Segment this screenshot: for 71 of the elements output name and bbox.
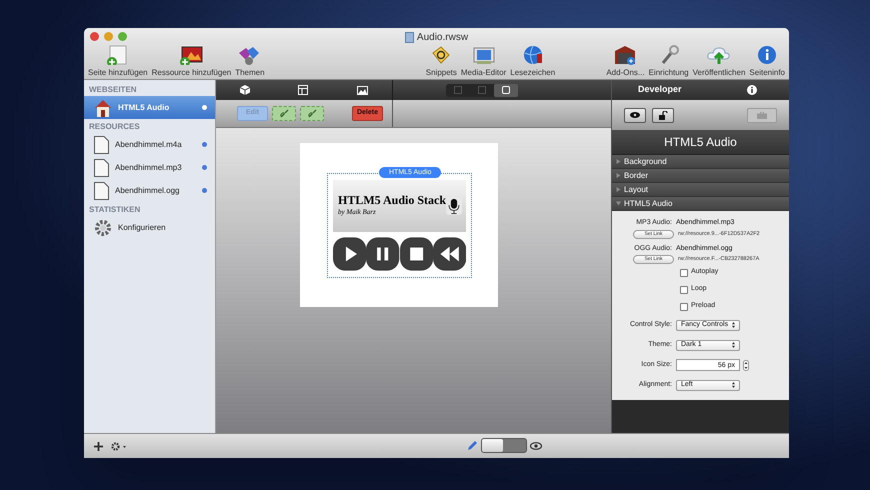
- visibility-button[interactable]: [624, 108, 646, 122]
- eye-icon[interactable]: [530, 442, 542, 450]
- inspector-section-header[interactable]: Background: [612, 155, 789, 169]
- rewind-button[interactable]: [432, 236, 466, 272]
- add-resource-icon: [178, 45, 204, 65]
- toolbar-button[interactable]: Themen: [234, 45, 266, 78]
- inspector-section-header[interactable]: Border: [612, 169, 789, 183]
- inspector-section-header[interactable]: HTML5 Audio: [612, 197, 789, 211]
- updown-arrows-icon: [732, 322, 735, 328]
- chain-link-icon: [280, 109, 288, 118]
- file-icon: [94, 136, 109, 154]
- close-button[interactable]: [90, 32, 99, 41]
- disclosure-triangle-icon: [616, 159, 621, 164]
- inspector-section-header[interactable]: Layout: [612, 183, 789, 197]
- photo-frame-icon: [470, 45, 497, 65]
- updown-arrows-icon: [732, 342, 735, 348]
- chain-link-icon: [308, 109, 316, 118]
- sidebar-item[interactable]: Abendhimmel.ogg: [84, 179, 215, 202]
- disclosure-triangle-icon: [616, 173, 621, 178]
- briefcase-icon: [757, 112, 767, 118]
- toolbar-button[interactable]: Einrichtung: [648, 45, 690, 78]
- pencil-icon[interactable]: [467, 440, 478, 451]
- lock-button[interactable]: [652, 108, 674, 122]
- house-icon: [94, 98, 112, 116]
- sidebar-item[interactable]: Abendhimmel.m4a: [84, 133, 215, 156]
- window-title: Audio.rwsw: [416, 31, 468, 45]
- stepper-control[interactable]: [743, 360, 749, 370]
- sidebar-item[interactable]: Konfigurieren: [84, 216, 215, 239]
- gear-menu-icon[interactable]: [111, 442, 127, 450]
- section-heading: RESOURCES: [88, 121, 141, 133]
- gear-icon: [94, 218, 112, 236]
- link-button[interactable]: [300, 106, 324, 121]
- info-icon[interactable]: [747, 85, 757, 95]
- unlocked-padlock-icon: [658, 110, 668, 120]
- checkbox[interactable]: [680, 286, 688, 294]
- eye-icon: [630, 112, 640, 118]
- disclosure-triangle-icon: [616, 201, 621, 206]
- toolbar-button[interactable]: Veröffentlichen: [692, 45, 746, 78]
- disclosure-triangle-icon: [616, 187, 621, 192]
- box-icon[interactable]: [240, 85, 250, 95]
- link-button[interactable]: [272, 106, 296, 121]
- inspector-title: HTML5 Audio: [664, 134, 737, 151]
- toolbar-button[interactable]: Ressource hinzufügen: [150, 45, 232, 78]
- section-heading: STATISTIKEN: [88, 204, 142, 216]
- image-icon[interactable]: [356, 86, 368, 94]
- file-icon: [94, 158, 109, 176]
- sidebar-item[interactable]: Abendhimmel.mp3: [84, 156, 215, 179]
- toolbar-button[interactable]: Lesezeichen: [509, 45, 556, 78]
- sidebar-item[interactable]: HTML5 Audio: [84, 96, 215, 119]
- toolbar-button[interactable]: Add-Ons...: [605, 45, 646, 78]
- checkbox[interactable]: [680, 268, 688, 276]
- toolbar-button[interactable]: Media-Editor: [460, 45, 508, 78]
- mode-switch-thumb[interactable]: [482, 439, 503, 452]
- toolbar-button[interactable]: Seite hinzufügen: [87, 45, 149, 78]
- file-icon: [94, 182, 109, 200]
- toolbar-button[interactable]: Seiteninfo: [748, 45, 786, 78]
- toolbar-button[interactable]: Snippets: [424, 45, 458, 78]
- layout-icon[interactable]: [298, 85, 308, 95]
- pause-button[interactable]: [366, 236, 400, 272]
- add-icon[interactable]: [94, 442, 103, 450]
- stop-button[interactable]: [400, 236, 433, 272]
- document-icon: [404, 32, 414, 43]
- mode-switch-track[interactable]: [481, 438, 527, 453]
- view-mode-button[interactable]: [494, 84, 518, 96]
- play-button[interactable]: [333, 236, 366, 272]
- cloud-upload-icon: [706, 45, 732, 65]
- checkbox[interactable]: [680, 302, 688, 310]
- inspector-tab[interactable]: Developer: [638, 83, 682, 97]
- section-heading: WEBSEITEN: [88, 84, 138, 96]
- stack-title: HTLM5 Audio Stack: [338, 194, 446, 208]
- updown-arrows-icon: [732, 382, 735, 388]
